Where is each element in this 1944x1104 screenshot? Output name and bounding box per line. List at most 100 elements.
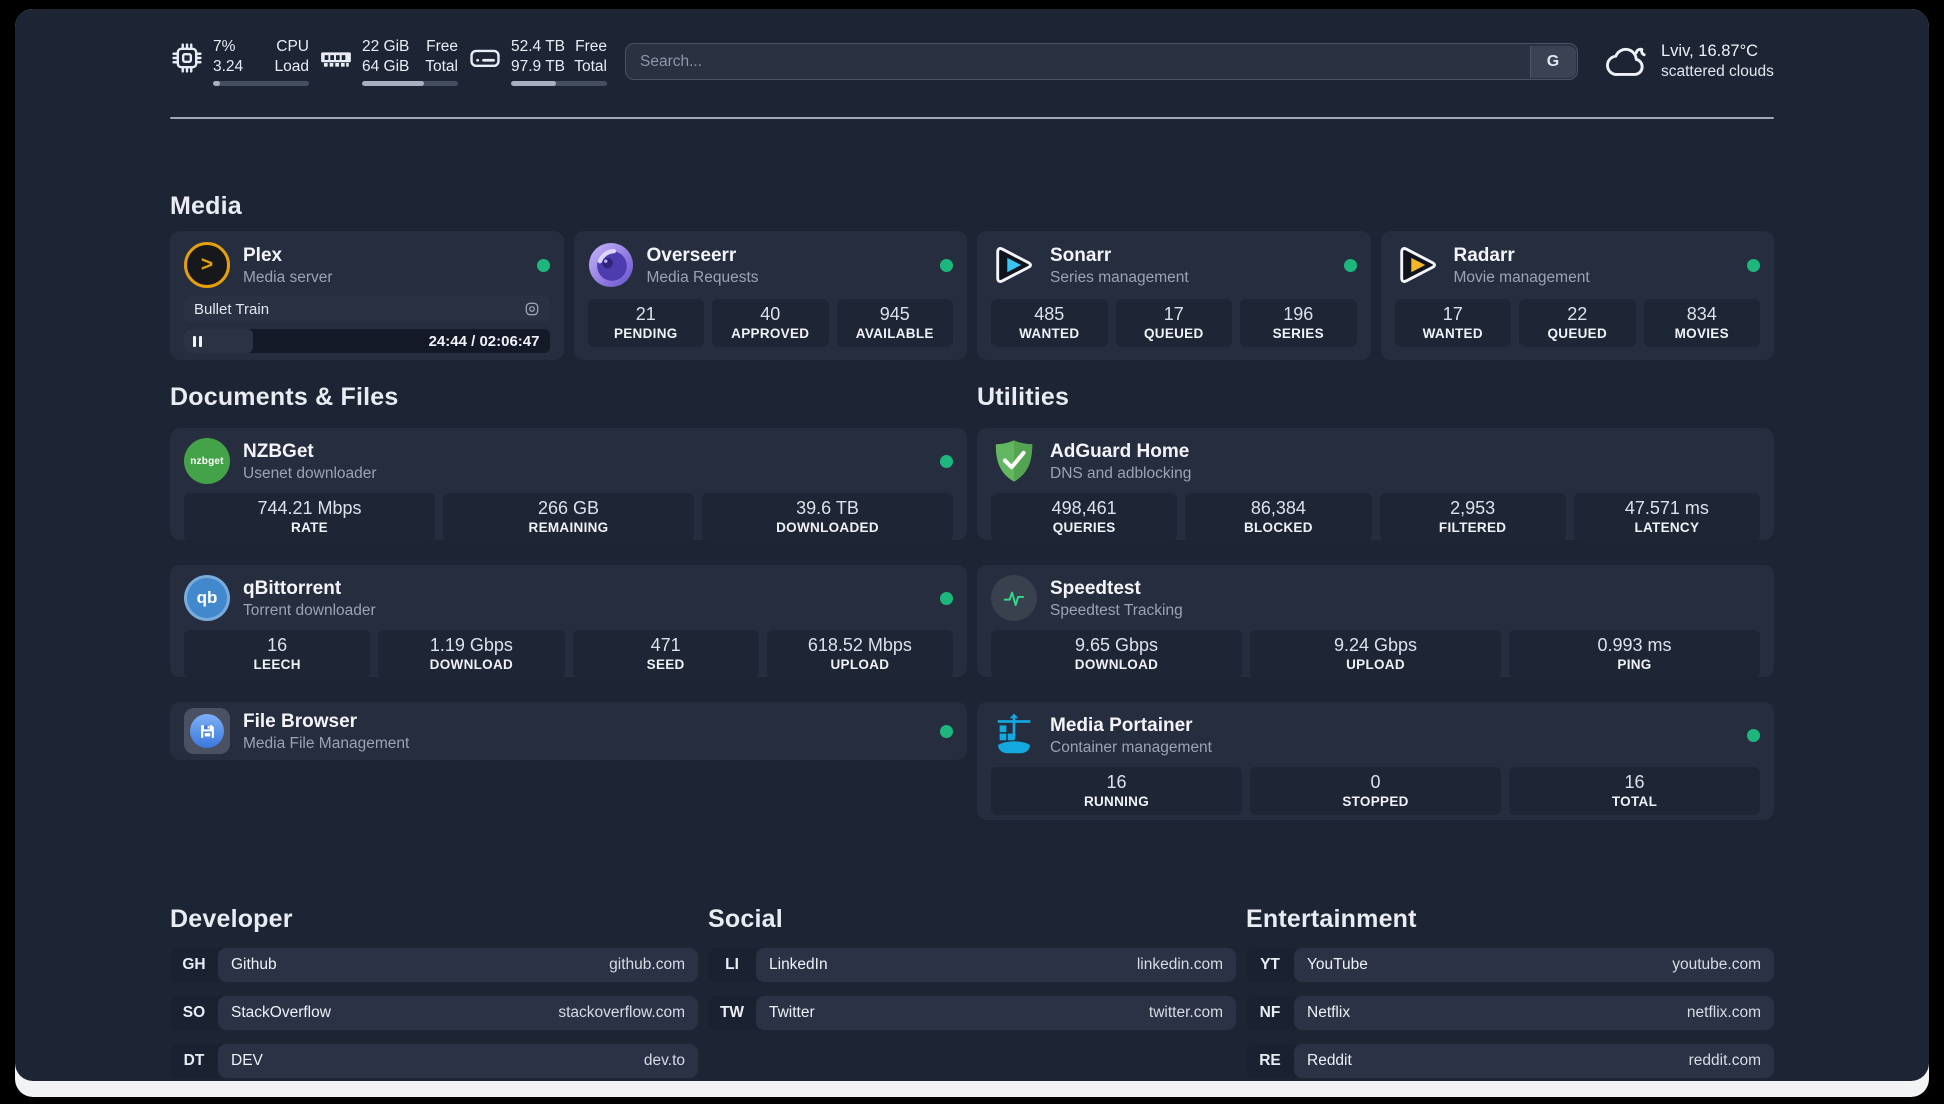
service-card-adguard[interactable]: AdGuard Home DNS and adblocking 498,461 QUE…	[977, 428, 1774, 541]
stat-wanted: 17 WANTED	[1394, 299, 1511, 347]
stat-seed: 471 SEED	[572, 630, 759, 678]
now-playing-row[interactable]: Bullet Train	[184, 296, 550, 322]
playback-progress-bar[interactable]: 24:44 / 02:06:47	[184, 329, 550, 353]
stat-label: WANTED	[1019, 326, 1080, 341]
service-card-radarr[interactable]: Radarr Movie management 17 WANTED 22 QUEUED 83…	[1380, 231, 1774, 360]
session-icon[interactable]	[524, 301, 540, 317]
link-url: reddit.com	[1688, 1052, 1761, 1069]
link-badge: DT	[183, 1052, 205, 1069]
stat-label: DOWNLOADED	[776, 520, 879, 535]
documents-column: Documents & Files nzbget NZBGet Usenet dow…	[170, 360, 967, 845]
status-indicator	[1747, 258, 1760, 272]
stat-value: 471	[650, 635, 681, 655]
section-title-social: Social	[708, 905, 783, 933]
stat-label: WANTED	[1422, 326, 1483, 341]
service-card-plex[interactable]: > Plex Media server Bullet Train 24:44 / 02:…	[170, 231, 564, 360]
weather-text: Lviv, 16.87°C scattered clouds	[1661, 41, 1774, 82]
stat-label: PENDING	[613, 326, 678, 341]
service-card-speedtest[interactable]: Speedtest Speedtest Tracking 9.65 Gbps DOWN…	[977, 565, 1774, 678]
link-twitter[interactable]: TW Twitter twitter.com	[708, 996, 1236, 1030]
stats-grid: 16 RUNNING 0 STOPPED 16 TOTAL	[991, 767, 1760, 815]
stat-blocked: 86,384 BLOCKED	[1185, 493, 1372, 541]
stat-value: 2,953	[1450, 498, 1496, 518]
stat-label: QUEUED	[1547, 326, 1608, 341]
service-card-filebrowser[interactable]: File Browser Media File Management	[170, 702, 967, 760]
service-card-qbittorrent[interactable]: qb qBittorrent Torrent downloader 16 LEECH 1.…	[170, 565, 967, 678]
overseerr-icon	[588, 242, 634, 288]
stat-label: STOPPED	[1342, 794, 1409, 809]
stat-queued: 17 QUEUED	[1115, 299, 1232, 347]
link-url: youtube.com	[1672, 956, 1761, 973]
stat-label: QUEUED	[1143, 326, 1204, 341]
service-title: Plex	[243, 244, 283, 266]
section-title-media: Media	[170, 192, 242, 220]
search-engine-button[interactable]: G	[1529, 45, 1576, 78]
pause-icon[interactable]	[193, 335, 202, 347]
stat-value: 618.52 Mbps	[807, 635, 912, 655]
stat-download: 1.19 Gbps DOWNLOAD	[378, 630, 565, 678]
link-github[interactable]: GH Github github.com	[170, 948, 698, 982]
stat-value: 744.21 Mbps	[257, 498, 362, 518]
metric-labels: CPU Load	[274, 38, 309, 75]
stats-grid: 17 WANTED 22 QUEUED 834 MOVIES	[1394, 299, 1760, 347]
top-bar: 7% 3.24 CPU Load 22 GiB 64 GiB Free Total 52.4 T…	[170, 9, 1774, 86]
stat-value: 17	[1163, 304, 1184, 324]
stat-downloaded: 39.6 TB DOWNLOADED	[702, 493, 953, 541]
link-pill: YouTube youtube.com	[1294, 948, 1774, 982]
service-card-overseerr[interactable]: Overseerr Media Requests 21 PENDING 40 APPROV…	[573, 231, 967, 360]
search-input[interactable]	[626, 44, 1577, 79]
stat-label: DOWNLOAD	[429, 657, 514, 672]
nzbget-icon: nzbget	[184, 438, 230, 484]
service-subtitle: Media server	[243, 268, 333, 286]
status-indicator	[940, 454, 953, 468]
link-badge: GH	[182, 956, 206, 973]
cpu-usage-bar	[213, 81, 309, 86]
stat-value: 39.6 TB	[796, 498, 859, 518]
service-card-nzbget[interactable]: nzbget NZBGet Usenet downloader 744.21 Mbps…	[170, 428, 967, 541]
stat-label: LEECH	[253, 657, 301, 672]
stats-grid: 498,461 QUERIES 86,384 BLOCKED 2,953 FILTERED…	[991, 493, 1760, 541]
speedtest-icon	[991, 575, 1037, 621]
link-badge: LI	[725, 956, 739, 973]
link-linkedin[interactable]: LI LinkedIn linkedin.com	[708, 948, 1236, 982]
stat-queries: 498,461 QUERIES	[991, 493, 1178, 541]
service-subtitle: Series management	[1050, 268, 1189, 286]
stat-label: RUNNING	[1083, 794, 1150, 809]
stat-value: 0	[1370, 772, 1381, 792]
documents-cards: nzbget NZBGet Usenet downloader 744.21 Mbps…	[170, 428, 967, 760]
stat-leech: 16 LEECH	[184, 630, 371, 678]
link-stackoverflow[interactable]: SO StackOverflow stackoverflow.com	[170, 996, 698, 1030]
link-dev[interactable]: DT DEV dev.to	[170, 1044, 698, 1078]
link-name: YouTube	[1307, 956, 1368, 973]
cloud-icon	[1604, 39, 1650, 85]
ram-icon	[319, 41, 353, 75]
metric-storage: 52.4 TB 97.9 TB Free Total	[468, 37, 607, 86]
weather-widget[interactable]: Lviv, 16.87°C scattered clouds	[1604, 39, 1774, 85]
link-group-social: Social LI LinkedIn linkedin.com TW Twitter twi…	[708, 904, 1236, 1092]
metric-values: 22 GiB 64 GiB	[362, 38, 410, 75]
playback-time: 24:44 / 02:06:47	[428, 332, 540, 350]
stat-total: 16 TOTAL	[1509, 767, 1760, 815]
disk-icon	[468, 41, 502, 75]
link-url: twitter.com	[1148, 1004, 1223, 1021]
storage-usage-bar	[511, 81, 607, 86]
link-badge: NF	[1259, 1004, 1281, 1021]
link-netflix[interactable]: NF Netflix netflix.com	[1246, 996, 1774, 1030]
service-card-sonarr[interactable]: Sonarr Series management 485 WANTED 17 QUEUED…	[977, 231, 1371, 360]
stats-grid: 16 LEECH 1.19 Gbps DOWNLOAD 471 SEED 618.52 Mb…	[184, 630, 953, 678]
service-subtitle: Container management	[1050, 738, 1212, 756]
link-url: netflix.com	[1686, 1004, 1761, 1021]
service-subtitle: Movie management	[1453, 268, 1590, 286]
link-name: Twitter	[769, 1004, 815, 1021]
stat-approved: 40 APPROVED	[712, 299, 829, 347]
service-card-portainer[interactable]: Media Portainer Container management 16 RUN…	[977, 702, 1774, 820]
stat-value: 9.65 Gbps	[1074, 635, 1159, 655]
stat-value: 40	[760, 304, 781, 324]
link-group-developer: Developer GH Github github.com SO StackOverfl…	[170, 904, 698, 1092]
stat-running: 16 RUNNING	[991, 767, 1242, 815]
link-reddit[interactable]: RE Reddit reddit.com	[1246, 1044, 1774, 1078]
stat-pending: 21 PENDING	[587, 299, 704, 347]
stat-value: 86,384	[1250, 498, 1306, 518]
service-title: Sonarr	[1050, 244, 1112, 266]
link-youtube[interactable]: YT YouTube youtube.com	[1246, 948, 1774, 982]
